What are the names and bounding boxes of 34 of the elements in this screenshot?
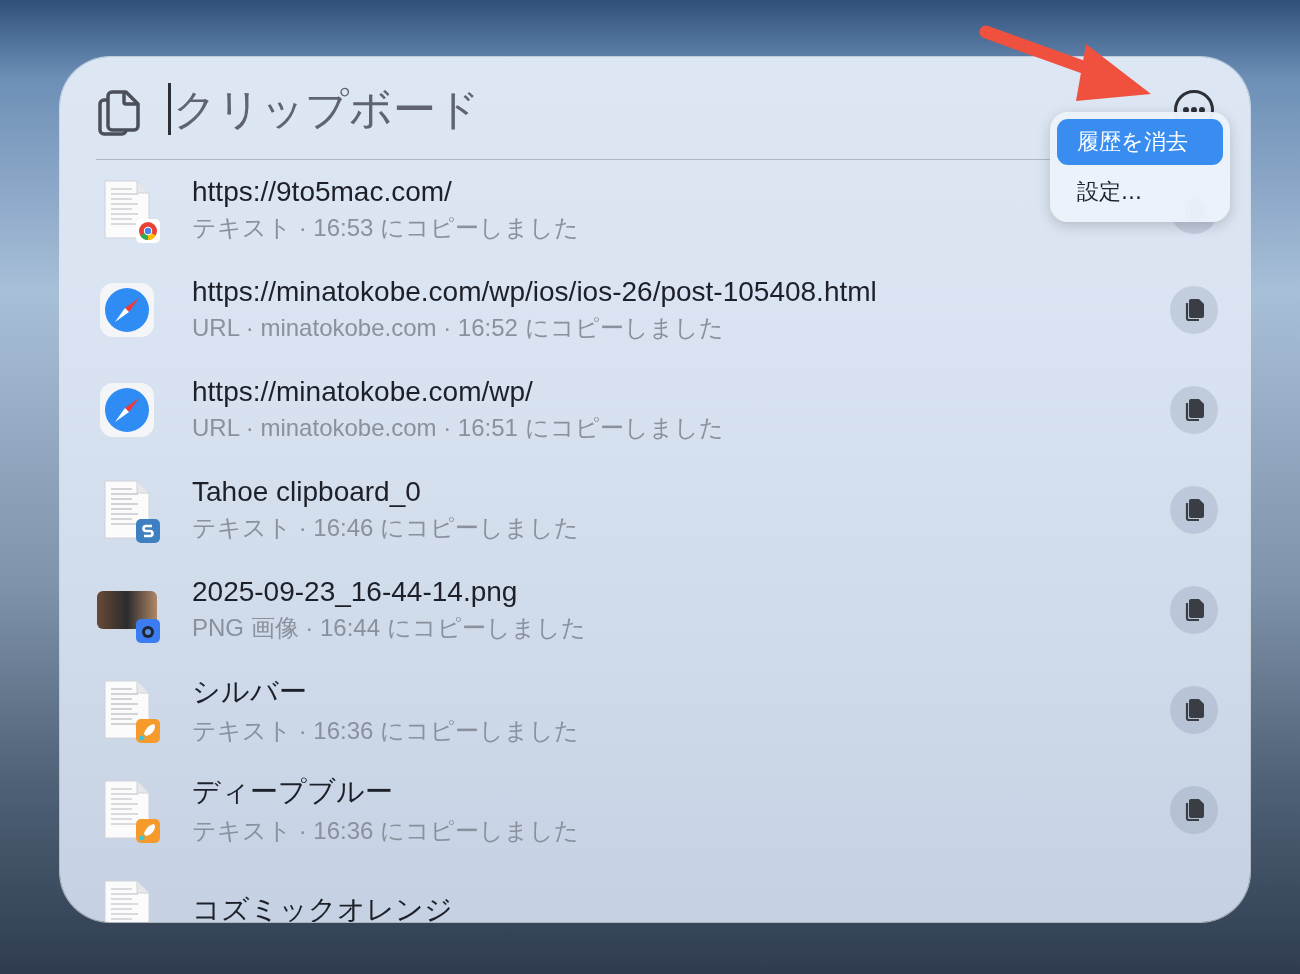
app-badge-icon: [136, 519, 160, 543]
item-title: ディープブルー: [192, 775, 393, 809]
rocket-badge-icon: [136, 719, 160, 743]
item-title: 2025-09-23_16-44-14.png: [192, 576, 518, 608]
copy-button[interactable]: [1170, 686, 1218, 734]
item-title: シルバー: [192, 675, 307, 709]
compass-icon: [99, 282, 155, 338]
item-subtitle: テキスト · 16:53 にコピーしました: [192, 213, 580, 243]
item-title: Tahoe clipboard_0: [192, 476, 421, 508]
item-subtitle: URL · minatokobe.com · 16:51 にコピーしました: [192, 413, 724, 443]
item-title: https://minatokobe.com/wp/ios/ios-26/post-105408.html: [192, 276, 877, 308]
item-title: コズミックオレンジ: [192, 893, 453, 922]
copy-button[interactable]: [1170, 586, 1218, 634]
copy-button[interactable]: [1170, 386, 1218, 434]
item-subtitle: テキスト · 16:46 にコピーしました: [192, 513, 580, 543]
menu-item[interactable]: 設定...: [1057, 169, 1223, 215]
rocket-badge-icon: [136, 819, 160, 843]
item-subtitle: テキスト · 16:36 にコピーしました: [192, 816, 580, 846]
chrome-badge-icon: [136, 219, 160, 243]
item-subtitle: テキスト · 16:36 にコピーしました: [192, 716, 580, 746]
document-icon: [102, 479, 152, 541]
photo-placeholder: [97, 591, 157, 629]
copy-button[interactable]: [1170, 786, 1218, 834]
document-icon: [102, 179, 152, 241]
document-icon: [102, 679, 152, 741]
copy-button[interactable]: [1170, 286, 1218, 334]
compass-icon: [99, 382, 155, 438]
document-icon: [102, 779, 152, 841]
item-subtitle: PNG 画像 · 16:44 にコピーしました: [192, 613, 586, 643]
item-title: https://9to5mac.com/: [192, 176, 452, 208]
camera-badge-icon: [136, 619, 160, 643]
item-title: https://minatokobe.com/wp/: [192, 376, 533, 408]
copy-button[interactable]: [1170, 486, 1218, 534]
item-subtitle: URL · minatokobe.com · 16:52 にコピーしました: [192, 313, 724, 343]
